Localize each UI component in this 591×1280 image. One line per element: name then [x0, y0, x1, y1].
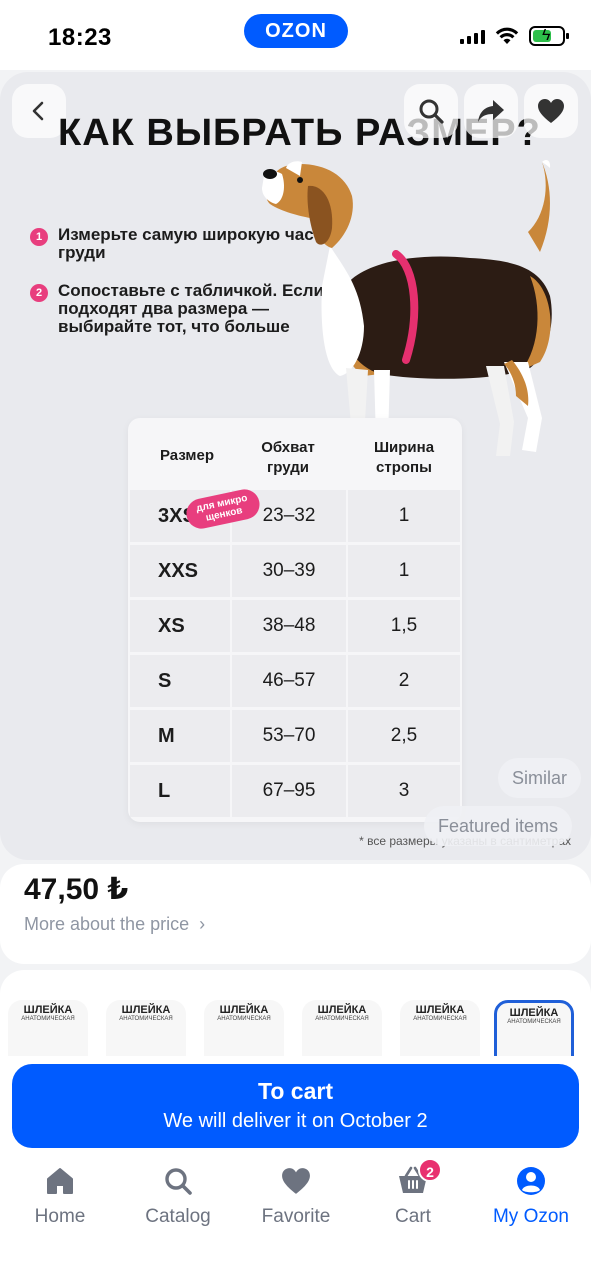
featured-items-chip[interactable]: Featured items — [424, 806, 573, 846]
step-number: 1 — [30, 228, 48, 246]
nav-catalog[interactable]: Catalog — [123, 1164, 233, 1228]
table-row: M 53–70 2,5 — [128, 710, 462, 765]
price-details-link[interactable]: More about the price › — [24, 914, 205, 935]
nav-cart[interactable]: 2 Cart — [358, 1158, 468, 1228]
variant-subtitle: АНАТОМИЧЕСКАЯ — [217, 1016, 271, 1022]
nav-home[interactable]: Home — [5, 1164, 115, 1228]
strap-cell: 2,5 — [348, 710, 460, 762]
ozon-logo: OZON — [244, 14, 348, 48]
size-cell: XXS — [130, 545, 230, 597]
nav-label: My Ozon — [492, 1206, 570, 1227]
search-icon — [419, 99, 444, 124]
strap-cell: 1,5 — [348, 600, 460, 652]
search-button[interactable] — [404, 84, 458, 138]
size-cell: S — [130, 655, 230, 707]
battery-icon: ϟ — [529, 26, 569, 46]
chest-cell: 30–39 — [232, 545, 346, 597]
nav-label: Cart — [395, 1206, 431, 1227]
variant-subtitle: АНАТОМИЧЕСКАЯ — [21, 1016, 75, 1022]
nav-label: Home — [34, 1206, 86, 1227]
nav-my-ozon[interactable]: My Ozon — [476, 1164, 586, 1228]
strap-cell: 1 — [348, 545, 460, 597]
variant-title: ШЛЕЙКА — [415, 1004, 465, 1016]
nav-favorite[interactable]: Favorite — [241, 1164, 351, 1228]
size-cell: XS — [130, 600, 230, 652]
delivery-date-label: We will deliver it on October 2 — [163, 1110, 428, 1132]
variant-title: ШЛЕЙКА — [121, 1004, 171, 1016]
similar-chip[interactable]: Similar — [498, 758, 582, 798]
nav-label: Catalog — [145, 1206, 211, 1227]
strap-cell: 2 — [348, 655, 460, 707]
chest-cell: 67–95 — [232, 765, 346, 817]
size-cell: L — [130, 765, 230, 817]
variant-title: ШЛЕЙКА — [23, 1004, 73, 1016]
heart-icon — [279, 1164, 313, 1198]
chevron-right-icon: › — [199, 914, 206, 934]
wifi-icon — [495, 27, 519, 44]
to-cart-button[interactable]: To cart We will deliver it on October 2 — [12, 1064, 579, 1148]
variant-subtitle: АНАТОМИЧЕСКАЯ — [119, 1016, 173, 1022]
cart-bar: To cart We will deliver it on October 2 — [0, 1056, 591, 1156]
chest-cell: 53–70 — [232, 710, 346, 762]
header-strap: Ширина стропы — [373, 439, 435, 476]
strap-cell: 1 — [348, 490, 460, 542]
table-row: 3XS 23–32 1 — [128, 490, 462, 545]
variant-title: ШЛЕЙКА — [219, 1004, 269, 1016]
chest-cell: 38–48 — [232, 600, 346, 652]
table-row: XXS 30–39 1 — [128, 545, 462, 600]
variant-title: ШЛЕЙКА — [317, 1004, 367, 1016]
table-row: XS 38–48 1,5 — [128, 600, 462, 655]
share-icon — [478, 100, 504, 122]
variant-title: ШЛЕЙКА — [509, 1007, 559, 1019]
profile-icon — [514, 1164, 548, 1198]
price-details-label: More about the price — [24, 914, 190, 934]
variant-subtitle: АНАТОМИЧЕСКАЯ — [507, 1019, 561, 1025]
chevron-left-icon — [32, 101, 44, 121]
cart-icon: 2 — [396, 1158, 442, 1198]
status-time: 18:23 — [48, 24, 112, 51]
search-icon — [161, 1164, 195, 1198]
cellular-signal-icon — [460, 28, 485, 44]
table-row: L 67–95 3 — [128, 765, 462, 820]
header-chest: Обхват груди — [261, 439, 315, 476]
size-chart-table: Размер Обхват груди Ширина стропы 3XS 23… — [128, 418, 462, 822]
variant-subtitle: АНАТОМИЧЕСКАЯ — [413, 1016, 467, 1022]
home-icon — [43, 1164, 77, 1198]
bottom-navigation: Home Catalog Favorite 2 Cart My Ozon — [0, 1156, 591, 1280]
step-number: 2 — [30, 284, 48, 302]
status-icons: ϟ — [460, 26, 569, 46]
to-cart-label: To cart — [258, 1078, 333, 1104]
heart-icon — [538, 99, 564, 123]
cart-count-badge: 2 — [418, 1158, 442, 1182]
header-size: Размер — [159, 447, 215, 464]
nav-label: Favorite — [261, 1206, 331, 1227]
favorite-button[interactable] — [524, 84, 578, 138]
product-image-gallery[interactable]: КАК ВЫБРАТЬ РАЗМЕР? 1 Измерьте самую шир… — [0, 72, 591, 860]
share-button[interactable] — [464, 84, 518, 138]
chest-cell: 46–57 — [232, 655, 346, 707]
table-row: S 46–57 2 — [128, 655, 462, 710]
product-price: 47,50 ₺ — [24, 873, 129, 906]
product-screen: 18:23 OZON ϟ КАК ВЫБРАТЬ РАЗМЕР? 1 Измер… — [0, 0, 591, 1280]
price-card: 47,50 ₺ More about the price › — [0, 864, 591, 964]
variant-subtitle: АНАТОМИЧЕСКАЯ — [315, 1016, 369, 1022]
size-cell: M — [130, 710, 230, 762]
status-bar: 18:23 OZON ϟ — [0, 0, 591, 70]
